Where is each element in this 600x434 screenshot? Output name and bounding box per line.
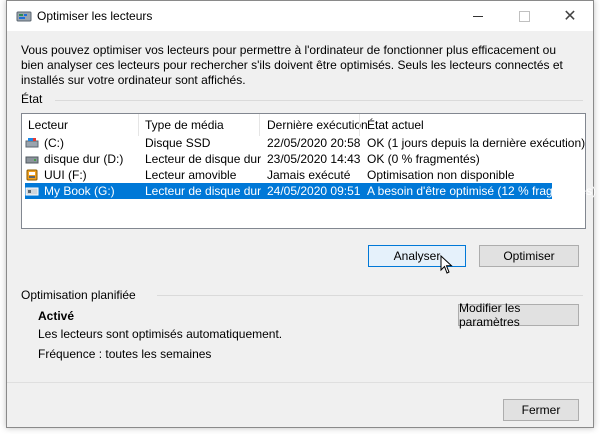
current-status: OK (0 % fragmentés) bbox=[367, 152, 480, 166]
last-run: 24/05/2020 09:51 bbox=[267, 184, 361, 198]
table-row[interactable]: disque dur (D:) Lecteur de disque dur 23… bbox=[22, 151, 585, 167]
media-type: Disque SSD bbox=[145, 136, 211, 150]
optimize-button[interactable]: Optimiser bbox=[479, 245, 579, 267]
column-separator bbox=[259, 114, 260, 136]
media-type: Lecteur de disque dur bbox=[145, 184, 262, 198]
defrag-drive-icon bbox=[16, 11, 32, 22]
external-hdd-icon bbox=[25, 187, 39, 196]
etat-divider bbox=[55, 100, 583, 101]
window-title: Optimiser les lecteurs bbox=[37, 9, 153, 23]
drive-name: (C:) bbox=[44, 136, 64, 150]
last-run: Jamais exécuté bbox=[267, 168, 351, 182]
table-row[interactable]: My Book (G:) Lecteur de disque dur 24/05… bbox=[25, 183, 596, 199]
optimize-drives-window: Optimiser les lecteurs ✕ Vous pouvez opt… bbox=[6, 0, 596, 428]
drive-name: disque dur (D:) bbox=[44, 152, 124, 166]
column-header-media[interactable]: Type de média bbox=[145, 118, 224, 132]
ssd-drive-icon bbox=[25, 138, 39, 148]
column-separator bbox=[359, 114, 360, 136]
schedule-divider bbox=[157, 295, 583, 296]
mouse-cursor-icon bbox=[440, 255, 453, 274]
current-status: Optimisation non disponible bbox=[367, 168, 515, 182]
column-header-status[interactable]: État actuel bbox=[367, 118, 424, 132]
removable-drive-icon bbox=[26, 169, 38, 181]
current-status: A besoin d'être optimisé (12 % fragmenté… bbox=[367, 184, 597, 198]
column-header-drive[interactable]: Lecteur bbox=[28, 118, 68, 132]
schedule-frequency: Fréquence : toutes les semaines bbox=[38, 347, 212, 361]
last-run: 22/05/2020 20:58 bbox=[267, 136, 361, 150]
table-row[interactable]: UUI (F:) Lecteur amovible Jamais exécuté… bbox=[22, 167, 585, 183]
hard-disk-icon bbox=[25, 156, 39, 164]
media-type: Lecteur amovible bbox=[145, 168, 237, 182]
list-header: Lecteur Type de média Dernière exécution… bbox=[22, 114, 585, 136]
table-row[interactable]: (C:) Disque SSD 22/05/2020 20:58 OK (1 j… bbox=[22, 135, 585, 151]
schedule-description: Les lecteurs sont optimisés automatiquem… bbox=[38, 327, 283, 341]
close-button[interactable]: Fermer bbox=[503, 399, 579, 421]
column-separator bbox=[138, 114, 139, 136]
dialog-footer: Fermer bbox=[7, 382, 593, 427]
close-window-button[interactable]: ✕ bbox=[547, 1, 593, 31]
maximize-button[interactable] bbox=[501, 1, 547, 31]
media-type: Lecteur de disque dur bbox=[145, 152, 262, 166]
current-status: OK (1 jours depuis la dernière exécution… bbox=[367, 136, 586, 150]
last-run: 23/05/2020 14:43 bbox=[267, 152, 361, 166]
maximize-icon bbox=[518, 10, 530, 22]
drive-name: UUI (F:) bbox=[44, 168, 87, 182]
etat-group-label: État bbox=[21, 92, 43, 106]
intro-text: Vous pouvez optimiser vos lecteurs pour … bbox=[21, 43, 563, 87]
column-header-last-run[interactable]: Dernière exécution bbox=[267, 118, 368, 132]
schedule-group-label: Optimisation planifiée bbox=[21, 288, 136, 302]
modify-settings-button[interactable]: Modifier les paramètres bbox=[458, 301, 579, 329]
close-icon: ✕ bbox=[563, 8, 577, 25]
minimize-icon bbox=[473, 15, 483, 17]
schedule-status: Activé bbox=[38, 309, 75, 323]
title-bar[interactable]: Optimiser les lecteurs ✕ bbox=[7, 1, 593, 31]
drives-list[interactable]: Lecteur Type de média Dernière exécution… bbox=[21, 113, 596, 229]
drive-name: My Book (G:) bbox=[44, 184, 115, 198]
minimize-button[interactable] bbox=[455, 1, 501, 31]
